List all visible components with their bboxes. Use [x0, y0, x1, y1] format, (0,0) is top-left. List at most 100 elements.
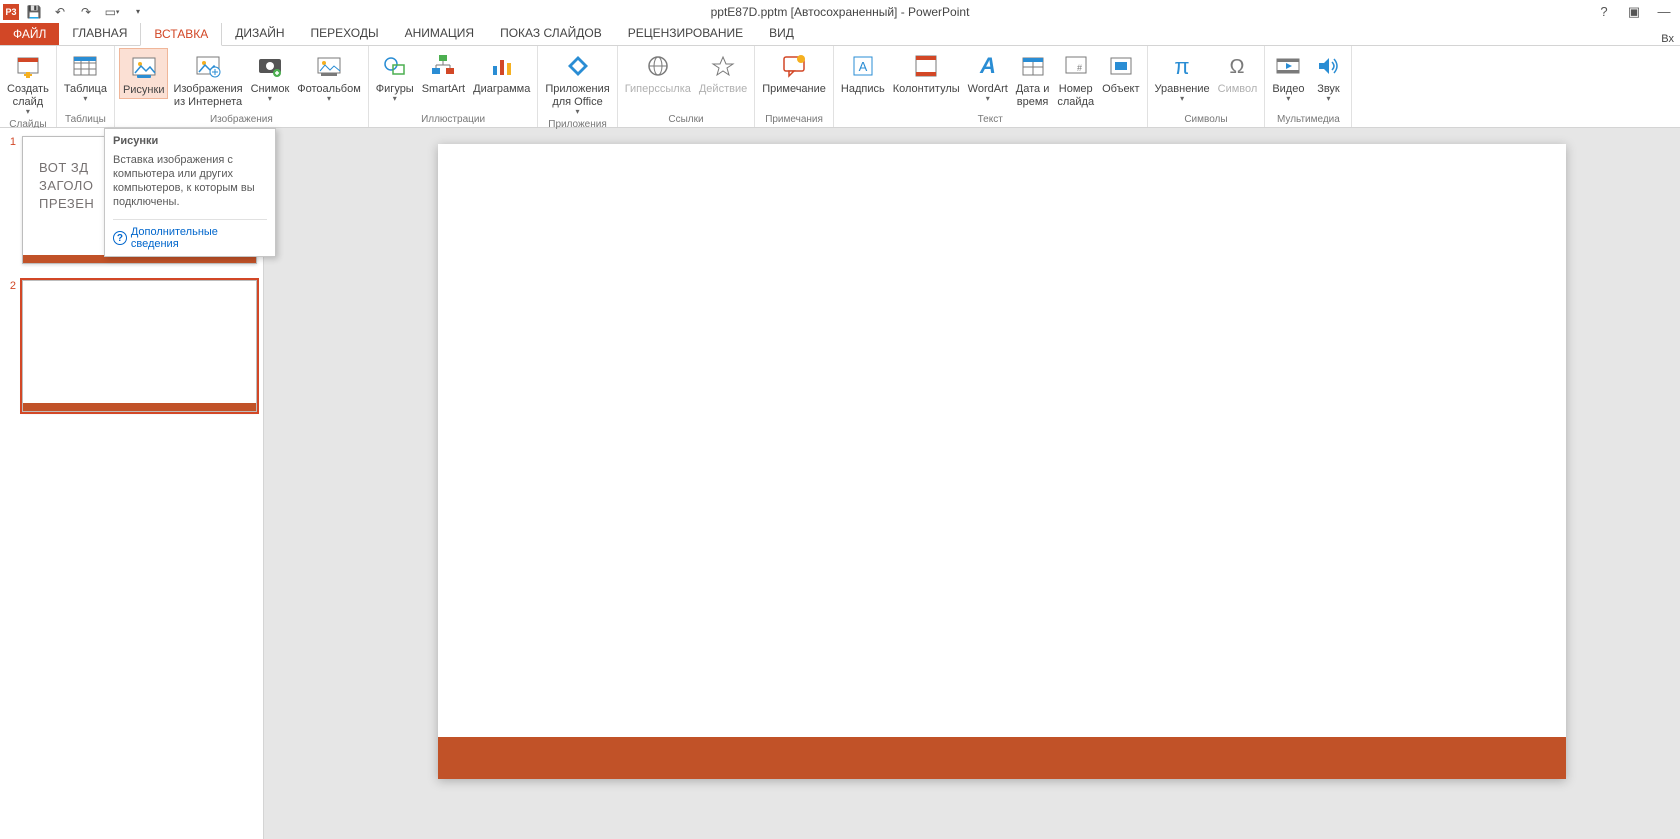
- table-button[interactable]: Таблица▾: [61, 48, 110, 105]
- button-label: время: [1017, 96, 1049, 108]
- dropdown-arrow-icon: ▾: [26, 108, 30, 116]
- button-label: Действие: [699, 83, 747, 95]
- ribbon-group: AНадписьКолонтитулыAWordArt▾Дата ивремя#…: [834, 46, 1148, 127]
- screenshot-button[interactable]: Снимок▾: [248, 48, 293, 105]
- pictures-button[interactable]: Рисунки: [119, 48, 169, 99]
- screenshot-icon: [254, 50, 286, 82]
- dropdown-arrow-icon: ▾: [393, 95, 397, 103]
- slide-canvas-area[interactable]: [264, 128, 1680, 839]
- ribbon-group: Рисунки Изображенияиз ИнтернетаСнимок▾Фот…: [115, 46, 369, 127]
- group-label: Ссылки: [622, 113, 751, 127]
- button-label: Символ: [1218, 83, 1258, 95]
- tab-показ слайдов[interactable]: ПОКАЗ СЛАЙДОВ: [487, 22, 615, 45]
- ribbon: Создатьслайд▾СлайдыТаблица▾ТаблицыРисунк…: [0, 46, 1680, 128]
- hyperlink-button: Гиперссылка: [622, 48, 694, 97]
- wordart-button[interactable]: AWordArt▾: [965, 48, 1011, 105]
- group-label: Иллюстрации: [373, 113, 534, 127]
- text-box-icon: A: [847, 50, 879, 82]
- tab-главная[interactable]: ГЛАВНАЯ: [59, 22, 140, 45]
- date-time-button[interactable]: Дата ивремя: [1013, 48, 1053, 110]
- qat-customize-icon[interactable]: ▾: [127, 1, 149, 23]
- hyperlink-icon: [642, 50, 674, 82]
- help-icon[interactable]: ?: [1592, 2, 1616, 22]
- tab-рецензирование[interactable]: РЕЦЕНЗИРОВАНИЕ: [615, 22, 756, 45]
- dropdown-arrow-icon: ▾: [268, 95, 272, 103]
- tab-анимация[interactable]: АНИМАЦИЯ: [392, 22, 487, 45]
- pictures-icon: [128, 51, 160, 83]
- dropdown-arrow-icon: ▾: [576, 108, 580, 116]
- title-bar: P3 💾 ↶ ↷ ▭▾ ▾ pptE87D.pptm [Автосохранен…: [0, 0, 1680, 23]
- slide-number-icon: #: [1060, 50, 1092, 82]
- svg-text:A: A: [858, 59, 867, 74]
- button-label: Колонтитулы: [893, 83, 960, 95]
- svg-text:A: A: [979, 53, 996, 78]
- shapes-button[interactable]: Фигуры▾: [373, 48, 417, 105]
- slide-number-button[interactable]: #Номерслайда: [1054, 48, 1097, 110]
- dropdown-arrow-icon: ▾: [986, 95, 990, 103]
- chart-button[interactable]: Диаграмма: [470, 48, 533, 97]
- video-button[interactable]: Видео▾: [1269, 48, 1307, 105]
- object-button[interactable]: Объект: [1099, 48, 1142, 97]
- new-slide-button[interactable]: Создатьслайд▾: [4, 48, 52, 118]
- photo-album-button[interactable]: Фотоальбом▾: [294, 48, 364, 105]
- tab-дизайн[interactable]: ДИЗАЙН: [222, 22, 297, 45]
- qat-slideshow-icon[interactable]: ▭▾: [101, 1, 123, 23]
- ribbon-group: Приложениядля Office▾Приложения: [538, 46, 617, 127]
- equation-button[interactable]: πУравнение▾: [1152, 48, 1213, 105]
- button-label: Объект: [1102, 83, 1139, 95]
- shapes-icon: [379, 50, 411, 82]
- slide-thumbnail[interactable]: [22, 280, 257, 412]
- tab-вставка[interactable]: ВСТАВКА: [140, 22, 222, 46]
- smartart-button[interactable]: SmartArt: [419, 48, 468, 97]
- svg-text:#: #: [1077, 63, 1082, 73]
- dropdown-arrow-icon: ▾: [327, 95, 331, 103]
- qat-redo-icon[interactable]: ↷: [75, 1, 97, 23]
- comment-icon: [778, 50, 810, 82]
- signin-label[interactable]: Вх: [1661, 33, 1680, 45]
- window-title: pptE87D.pptm [Автосохраненный] - PowerPo…: [711, 5, 970, 19]
- group-label: Мультимедиа: [1269, 113, 1347, 127]
- button-label: SmartArt: [422, 83, 465, 95]
- thumbnail-row: 2: [6, 280, 257, 412]
- table-icon: [69, 50, 101, 82]
- ribbon-display-icon[interactable]: ▣: [1622, 2, 1646, 22]
- ribbon-group: Таблица▾ Таблицы: [57, 46, 115, 127]
- tab-переходы[interactable]: ПЕРЕХОДЫ: [298, 22, 392, 45]
- thumbnail-decor-bar: [23, 403, 256, 411]
- group-label: Символы: [1152, 113, 1261, 127]
- tab-вид[interactable]: ВИД: [756, 22, 807, 45]
- comment-button[interactable]: Примечание: [759, 48, 829, 97]
- button-label: Приложения: [545, 83, 609, 95]
- ribbon-group: Фигуры▾ SmartArt Диаграмма Иллюстрации: [369, 46, 539, 127]
- button-label: Дата и: [1016, 83, 1050, 95]
- audio-button[interactable]: Звук▾: [1309, 48, 1347, 105]
- minimize-icon[interactable]: —: [1652, 2, 1676, 22]
- qat-undo-icon[interactable]: ↶: [49, 1, 71, 23]
- tooltip-body: Вставка изображения с компьютера или дру…: [113, 153, 267, 209]
- header-footer-button[interactable]: Колонтитулы: [890, 48, 963, 97]
- tooltip-link[interactable]: ? Дополнительные сведения: [113, 219, 267, 250]
- app-icon: P3: [3, 4, 19, 20]
- info-icon: ?: [113, 231, 127, 245]
- dropdown-arrow-icon: ▾: [1286, 95, 1290, 103]
- tooltip-title: Рисунки: [113, 135, 267, 147]
- equation-icon: π: [1166, 50, 1198, 82]
- action-icon: [707, 50, 739, 82]
- dropdown-arrow-icon: ▾: [83, 95, 87, 103]
- symbol-button: ΩСимвол: [1215, 48, 1261, 97]
- apps-button[interactable]: Приложениядля Office▾: [542, 48, 612, 118]
- group-label: Текст: [838, 113, 1143, 127]
- text-box-button[interactable]: AНадпись: [838, 48, 888, 97]
- svg-text:π: π: [1175, 54, 1190, 79]
- dropdown-arrow-icon: ▾: [1180, 95, 1184, 103]
- button-label: Рисунки: [123, 84, 165, 96]
- qat-save-icon[interactable]: 💾: [23, 1, 45, 23]
- ribbon-group: ПримечаниеПримечания: [755, 46, 834, 127]
- slide-number-label: 2: [6, 280, 16, 412]
- video-icon: [1272, 50, 1304, 82]
- tab-file[interactable]: ФАЙЛ: [0, 23, 59, 45]
- group-label: Таблицы: [61, 113, 110, 127]
- online-pictures-button[interactable]: Изображенияиз Интернета: [170, 48, 245, 110]
- ribbon-group: Гиперссылка Действие Ссылки: [618, 46, 756, 127]
- slide-canvas[interactable]: [438, 144, 1566, 779]
